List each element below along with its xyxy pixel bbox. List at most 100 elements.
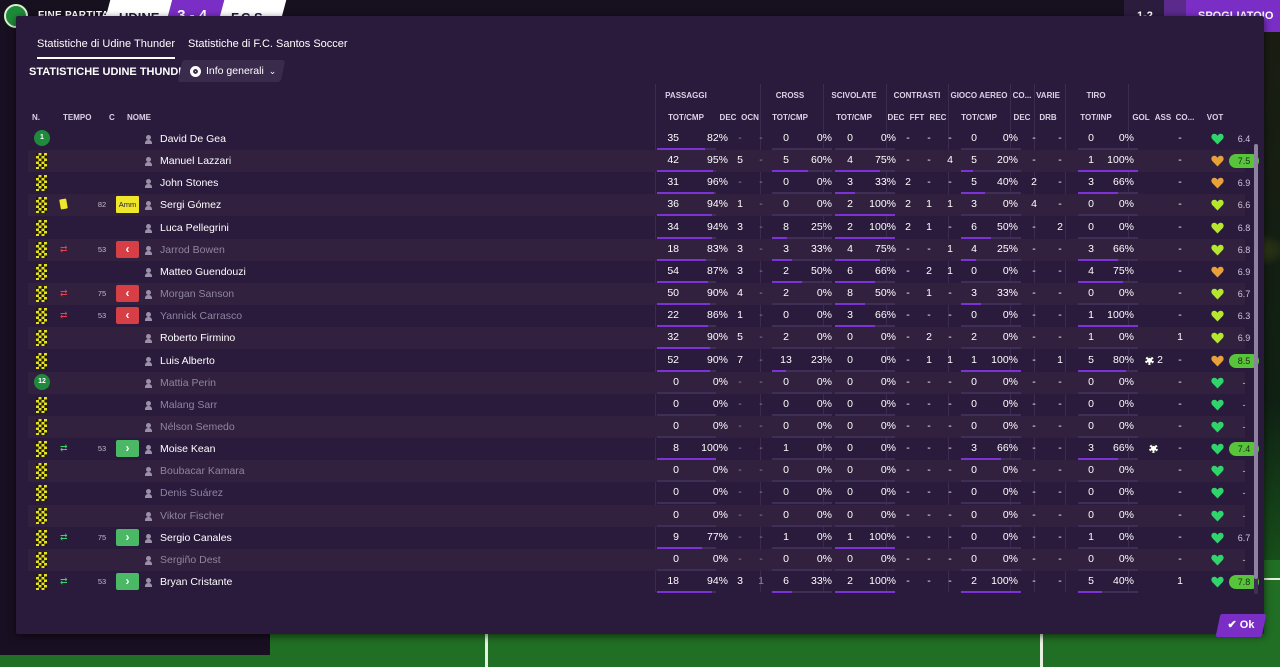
player-profile-icon[interactable]: [145, 290, 152, 300]
ok-button[interactable]: ✔ Ok: [1215, 614, 1267, 637]
player-profile-icon[interactable]: [145, 356, 152, 366]
player-profile-icon[interactable]: [145, 157, 152, 167]
table-row[interactable]: ⇄ 53 › Bryan Cristante 18 94% 3 1 6 33% 2 100% - - -2 1…: [28, 571, 1259, 593]
player-name[interactable]: Manuel Lazzari: [160, 150, 231, 172]
player-profile-icon[interactable]: [145, 400, 152, 410]
table-row[interactable]: Luis Alberto 52 90% 7-13 23% 0 0% -1 1 1 100% -1 5 80…: [28, 350, 1259, 372]
player-name[interactable]: Viktor Fischer: [160, 505, 224, 527]
col-pass-dec[interactable]: DEC: [716, 113, 740, 122]
player-profile-icon[interactable]: [145, 578, 152, 587]
player-profile-icon[interactable]: [145, 179, 152, 189]
player-profile-icon[interactable]: [145, 511, 152, 521]
assists: -: [1178, 220, 1182, 233]
table-row[interactable]: 1 David De Gea 35 82% - -0 0% 0 0% - - -0 0% - -0 0% -6.…: [28, 128, 1250, 150]
table-row[interactable]: Denis Suárez 0 0% - -0 0% 0 0% - - -0 0% - -0 0% - -: [28, 482, 1246, 505]
col-ass[interactable]: ASS: [1152, 113, 1174, 122]
player-name[interactable]: Jarrod Bowen: [160, 239, 225, 261]
player-profile-icon[interactable]: [145, 267, 152, 277]
col-sciv-totcmp[interactable]: TOT/CMP: [824, 113, 884, 122]
table-row[interactable]: 82 Amm Sergi Gómez 36 94% 1 - 0 0% 2 100% 2 1 1 3 0% 4 - 0…: [28, 194, 1250, 217]
player-name[interactable]: Malang Sarr: [160, 394, 217, 416]
table-scrollbar[interactable]: [1254, 144, 1258, 594]
cross-total: 0: [783, 397, 789, 410]
table-row[interactable]: ⇄ 75 ‹ Morgan Sanson 50 90% 4-2 0% 8 50% -1-3 33% - -…: [28, 283, 1250, 306]
player-name[interactable]: John Stones: [160, 172, 218, 194]
table-row[interactable]: Roberto Firmino 32 90% 5-2 0% 0 0% -2-2 0% - -1 0% 1…: [28, 327, 1250, 350]
shots-total: 0: [1088, 486, 1094, 499]
table-row[interactable]: Boubacar Kamara 0 0% - -0 0% 0 0% - - -0 0% - -0 0% - -: [28, 460, 1246, 483]
table-row[interactable]: Luca Pellegrini 34 94% 3 - 8 25% 2 100% 2 1 - 6 50% - 2…: [28, 217, 1250, 239]
player-name[interactable]: Matteo Guendouzi: [160, 261, 246, 283]
player-profile-icon[interactable]: [145, 489, 152, 499]
player-profile-icon[interactable]: [145, 378, 152, 388]
player-name[interactable]: Sergiño Dest: [160, 549, 221, 571]
player-profile-icon[interactable]: [145, 245, 152, 255]
player-name[interactable]: Roberto Firmino: [160, 327, 235, 349]
col-cond[interactable]: CO...: [1174, 113, 1196, 122]
co-dec: -: [1032, 154, 1036, 167]
col-co-dec[interactable]: DEC: [1010, 113, 1034, 122]
col-gol[interactable]: GOL: [1130, 113, 1152, 122]
cross-total: 2: [783, 287, 789, 300]
player-name[interactable]: Nélson Semedo: [160, 416, 235, 438]
player-name[interactable]: Bryan Cristante: [160, 571, 232, 593]
col-con-fft[interactable]: FFT: [907, 113, 927, 122]
tab-away-stats[interactable]: Statistiche di F.C. Santos Soccer: [188, 38, 348, 57]
col-nome[interactable]: NOME: [127, 113, 151, 122]
table-row[interactable]: Malang Sarr 0 0% - -0 0% 0 0% - - -0 0% - -0 0% - -: [28, 394, 1246, 416]
player-name[interactable]: David De Gea: [160, 128, 226, 150]
player-name[interactable]: Boubacar Kamara: [160, 460, 245, 482]
table-row[interactable]: Viktor Fischer 0 0% - -0 0% 0 0% - - -0 0% - -0 0% - -: [28, 504, 1246, 527]
scrollbar-thumb[interactable]: [1254, 144, 1258, 579]
player-profile-icon[interactable]: [145, 467, 152, 477]
player-name[interactable]: Sergio Canales: [160, 527, 232, 549]
col-c[interactable]: C: [109, 113, 115, 122]
player-name[interactable]: Morgan Sanson: [160, 283, 234, 305]
col-tiro-totinp[interactable]: TOT/INP: [1066, 113, 1126, 122]
player-profile-icon[interactable]: [145, 201, 152, 211]
table-row[interactable]: Matteo Guendouzi 54 87% 3-2 50% 6 66% -2 1 0 0% - -4…: [28, 261, 1250, 283]
table-row[interactable]: ⇄ 53 › Moise Kean 8 100% - -1 0% 0 0% - - -3 66% - -3 66%…: [28, 438, 1259, 461]
col-con-rec[interactable]: REC: [928, 113, 948, 122]
info-filter-dropdown[interactable]: Info generali ⌄: [177, 60, 286, 82]
player-profile-icon[interactable]: [145, 135, 152, 144]
col-n[interactable]: N.: [32, 113, 40, 122]
pass-pct: 86%: [706, 309, 728, 322]
player-profile-icon[interactable]: [145, 445, 152, 455]
col-aereo-totcmp[interactable]: TOT/CMP: [949, 113, 1009, 122]
player-profile-icon[interactable]: [145, 334, 152, 344]
tab-home-stats[interactable]: Statistiche di Udine Thunder: [37, 38, 175, 59]
condition-heart-icon: [1211, 155, 1224, 167]
player-name[interactable]: Luca Pellegrini: [160, 217, 229, 239]
player-name[interactable]: Sergi Gómez: [160, 194, 221, 216]
table-row[interactable]: ⇄ 53 ‹ Jarrod Bowen 18 83% 3-3 33% 4 75% - -1 4 25% - -…: [28, 238, 1250, 261]
table-row[interactable]: 12 Mattia Perin 0 0% - -0 0% 0 0% - - -0 0% - -0 0% - -: [28, 371, 1246, 394]
player-name[interactable]: Mattia Perin: [160, 372, 216, 394]
col-vot[interactable]: VOT: [1202, 113, 1228, 122]
col-cross-totcmp[interactable]: TOT/CMP: [760, 113, 820, 122]
player-profile-icon[interactable]: [145, 533, 152, 543]
col-tempo[interactable]: TEMPO: [63, 113, 91, 122]
col-varie-drb[interactable]: DRB: [1035, 113, 1061, 122]
cross-total: 13: [780, 353, 792, 366]
table-row[interactable]: ⇄ 53 ‹ Yannick Carrasco 22 86% 1-0 0% 3 66% - - -0 0%…: [28, 305, 1250, 328]
table-row[interactable]: Nélson Semedo 0 0% - -0 0% 0 0% - - -0 0% - -0 0% - -: [28, 415, 1246, 438]
player-name[interactable]: Moise Kean: [160, 438, 215, 460]
tackle-total: 3: [847, 309, 853, 322]
player-profile-icon[interactable]: [145, 223, 152, 233]
player-name[interactable]: Luis Alberto: [160, 350, 215, 372]
player-profile-icon[interactable]: [145, 555, 152, 565]
table-row[interactable]: ⇄ 75 › Sergio Canales 9 77% - -1 0% 1 100% - - -0 0% - -…: [28, 527, 1250, 549]
shots-pct: 66%: [1112, 442, 1134, 455]
player-profile-icon[interactable]: [145, 422, 152, 432]
col-con-dec[interactable]: DEC: [886, 113, 906, 122]
table-row[interactable]: John Stones 31 96% - -0 0% 3 33% 2- -5 40% 2-3 66% -6…: [28, 172, 1250, 195]
player-name[interactable]: Denis Suárez: [160, 482, 223, 504]
table-row[interactable]: Sergiño Dest 0 0% - -0 0% 0 0% - - -0 0% - -0 0% - -: [28, 548, 1246, 571]
player-profile-icon[interactable]: [145, 312, 152, 322]
contest-rec: 1: [947, 353, 953, 366]
col-pass-ocn[interactable]: OCN: [738, 113, 762, 122]
table-row[interactable]: Manuel Lazzari 42 95% 5-5 60% 4 75% - -4 5 20% - -1 1…: [28, 150, 1259, 173]
player-name[interactable]: Yannick Carrasco: [160, 305, 242, 327]
col-pass-totcmp[interactable]: TOT/CMP: [656, 113, 716, 122]
